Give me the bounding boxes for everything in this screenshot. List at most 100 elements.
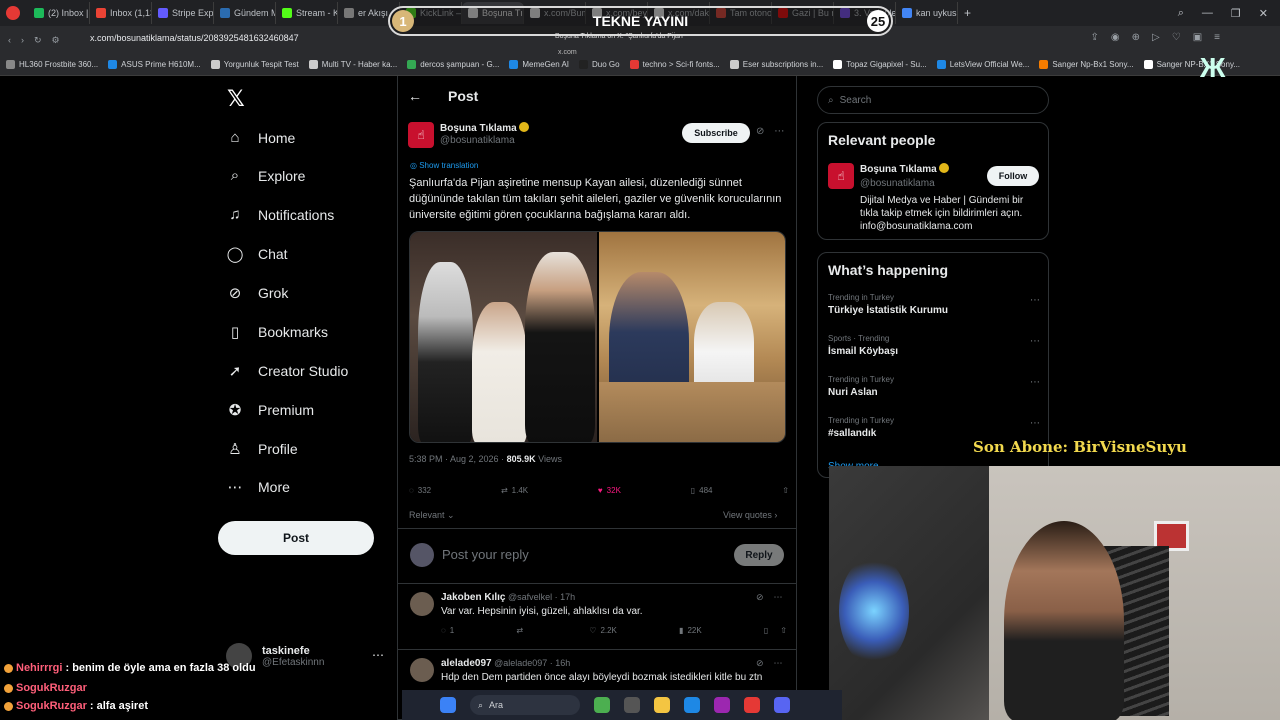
- trend-item[interactable]: Trending in Turkey Türkiye İstatistik Kur…: [828, 293, 1040, 316]
- media-image-2[interactable]: [598, 232, 785, 442]
- browser-logo-icon[interactable]: [6, 6, 20, 20]
- nav-item-profile[interactable]: ♙ Profile: [226, 440, 297, 458]
- nav-item-bookmarks[interactable]: ▯ Bookmarks: [226, 323, 328, 341]
- minimize-icon[interactable]: —: [1202, 7, 1213, 19]
- grok-icon[interactable]: ⊘: [756, 592, 764, 603]
- bookmark-item[interactable]: Duo Go: [579, 60, 620, 69]
- nav-item-notifications[interactable]: ♫ Notifications: [226, 206, 334, 223]
- bookmark-item[interactable]: techno > Sci-fi fonts...: [629, 60, 720, 69]
- bookmark-item[interactable]: dercos şampuan - G...: [407, 60, 499, 69]
- avatar[interactable]: [410, 592, 434, 616]
- chat-username[interactable]: SogukRuzgar: [16, 682, 87, 694]
- play-icon[interactable]: ▷: [1152, 32, 1160, 43]
- bookmark-action[interactable]: ▯ 484: [691, 486, 713, 495]
- copilot-icon[interactable]: [594, 697, 610, 713]
- show-translation-link[interactable]: ◎ Show translation: [410, 161, 478, 170]
- like-action[interactable]: ♥ 32K: [598, 486, 621, 495]
- more-icon[interactable]: ⋯: [1030, 377, 1040, 388]
- back-icon[interactable]: ‹: [8, 35, 11, 45]
- search-tabs-icon[interactable]: ⌕: [1178, 7, 1184, 20]
- heart-icon[interactable]: ♡: [1172, 32, 1181, 43]
- bookmark-item[interactable]: Eser subscriptions in...: [729, 60, 823, 69]
- file-explorer-icon[interactable]: [654, 697, 670, 713]
- reply-sort-dropdown[interactable]: Relevant ⌄: [409, 510, 455, 521]
- nav-item-chat[interactable]: ◯ Chat: [226, 245, 288, 263]
- taskbar-search[interactable]: ⌕ Ara: [470, 695, 580, 715]
- chat-username[interactable]: Nehirrrgi: [16, 662, 62, 674]
- bookmark-item[interactable]: Yorgunluk Tespit Test: [210, 60, 299, 69]
- edge-icon[interactable]: [684, 697, 700, 713]
- avatar[interactable]: [410, 658, 434, 682]
- more-icon[interactable]: ⋯: [1030, 418, 1040, 429]
- search-input[interactable]: ⌕ Search: [817, 86, 1049, 114]
- nav-item-explore[interactable]: ⌕ Explore: [226, 167, 306, 184]
- views-action[interactable]: ▮ 22K: [679, 626, 702, 635]
- account-more-icon[interactable]: ⋯: [372, 648, 384, 662]
- post-author[interactable]: ☝ Boşuna Tıklama @bosunatiklama: [408, 122, 529, 148]
- repost-action[interactable]: ⇄ 1.4K: [501, 486, 528, 495]
- forward-icon[interactable]: ›: [21, 35, 24, 45]
- more-icon[interactable]: ⋯: [1030, 295, 1040, 306]
- follow-button[interactable]: Follow: [987, 166, 1039, 186]
- bookmark-item[interactable]: ASUS Prime H610M...: [108, 60, 201, 69]
- reply-author-name[interactable]: alelade097: [441, 658, 492, 669]
- subscribe-button[interactable]: Subscribe: [682, 123, 750, 143]
- bookmark-item[interactable]: Topaz Gigapixel - Su...: [833, 60, 927, 69]
- menu-icon[interactable]: ≡: [1214, 32, 1220, 43]
- nav-item-premium[interactable]: ✪ Premium: [226, 401, 314, 419]
- cube-icon[interactable]: ▣: [1193, 32, 1202, 43]
- browser-tab[interactable]: kan uykusu be: [896, 2, 958, 24]
- task-view-icon[interactable]: [624, 697, 640, 713]
- reply-author-handle[interactable]: @safvelkel · 17h: [508, 592, 575, 602]
- more-icon[interactable]: ⋯: [774, 592, 783, 603]
- reply-input[interactable]: Post your reply: [442, 547, 529, 562]
- share-action[interactable]: ⇧: [782, 486, 789, 495]
- bookmark-item[interactable]: Sanger Np-Bx1 Sony...: [1039, 60, 1134, 69]
- nav-item-creator-studio[interactable]: ➚ Creator Studio: [226, 362, 349, 380]
- bookmark-item[interactable]: HL360 Frostbite 360...: [6, 60, 98, 69]
- more-icon[interactable]: ⋯: [774, 126, 784, 137]
- nav-item-more[interactable]: ⋯ More: [226, 478, 290, 496]
- browser-tab[interactable]: (2) Inbox | Ma: [28, 2, 90, 24]
- more-icon[interactable]: ⋯: [1030, 336, 1040, 347]
- share-icon[interactable]: ⇪: [1091, 32, 1099, 43]
- browser-tab[interactable]: Inbox (1,130): [90, 2, 152, 24]
- author-name[interactable]: Boşuna Tıklama: [440, 123, 517, 134]
- relevant-person-avatar[interactable]: ☝: [828, 163, 854, 189]
- camera-icon[interactable]: ◉: [1111, 32, 1120, 43]
- url-field[interactable]: x.com/bosunatiklama/status/2083925481632…: [90, 33, 299, 43]
- reply-action[interactable]: ◌ 1: [441, 626, 454, 635]
- post-media[interactable]: [409, 231, 786, 443]
- bookmark-action[interactable]: ▯: [764, 626, 768, 635]
- nav-item-grok[interactable]: ⊘ Grok: [226, 284, 289, 302]
- post-button[interactable]: Post: [218, 521, 374, 555]
- x-logo-icon[interactable]: 𝕏: [227, 86, 245, 112]
- grok-icon[interactable]: ⊘: [756, 126, 764, 137]
- discord-icon[interactable]: [774, 697, 790, 713]
- windows-start-icon[interactable]: [440, 697, 456, 713]
- site-info-icon[interactable]: ⚙: [52, 35, 60, 46]
- reply-button[interactable]: Reply: [734, 544, 784, 566]
- media-image-1[interactable]: [410, 232, 597, 442]
- reply-post[interactable]: Jakoben Kılıç @safvelkel · 17h Var var. H…: [398, 584, 796, 650]
- bookmark-item[interactable]: Multi TV - Haber ka...: [308, 60, 397, 69]
- browser-tab[interactable]: Stripe Express: [152, 2, 214, 24]
- share-action[interactable]: ⇧: [780, 626, 787, 635]
- view-quotes-link[interactable]: View quotes ›: [723, 510, 777, 520]
- like-action[interactable]: ♡ 2.2K: [589, 626, 617, 635]
- reload-icon[interactable]: ↻: [34, 35, 42, 46]
- more-icon[interactable]: ⋯: [774, 658, 783, 669]
- grok-icon[interactable]: ⊘: [756, 658, 764, 669]
- trend-item[interactable]: Sports · Trending İsmail Köybaşı ⋯: [828, 334, 1040, 357]
- close-window-icon[interactable]: ✕: [1259, 7, 1268, 20]
- chat-username[interactable]: SogukRuzgar: [16, 700, 87, 712]
- zoom-icon[interactable]: ⊕: [1132, 32, 1140, 43]
- post-time[interactable]: 5:38 PM · Aug 2, 2026 ·: [409, 454, 504, 464]
- trend-item[interactable]: Trending in Turkey #sallandık ⋯: [828, 416, 1040, 439]
- reply-author-name[interactable]: Jakoben Kılıç: [441, 592, 505, 603]
- relevant-person-name[interactable]: Boşuna Tıklama: [860, 164, 937, 175]
- trend-item[interactable]: Trending in Turkey Nuri Aslan ⋯: [828, 375, 1040, 398]
- bookmark-item[interactable]: LetsView Official We...: [936, 60, 1029, 69]
- new-tab-icon[interactable]: +: [964, 6, 971, 20]
- reply-author-handle[interactable]: @alelade097 · 16h: [494, 658, 570, 668]
